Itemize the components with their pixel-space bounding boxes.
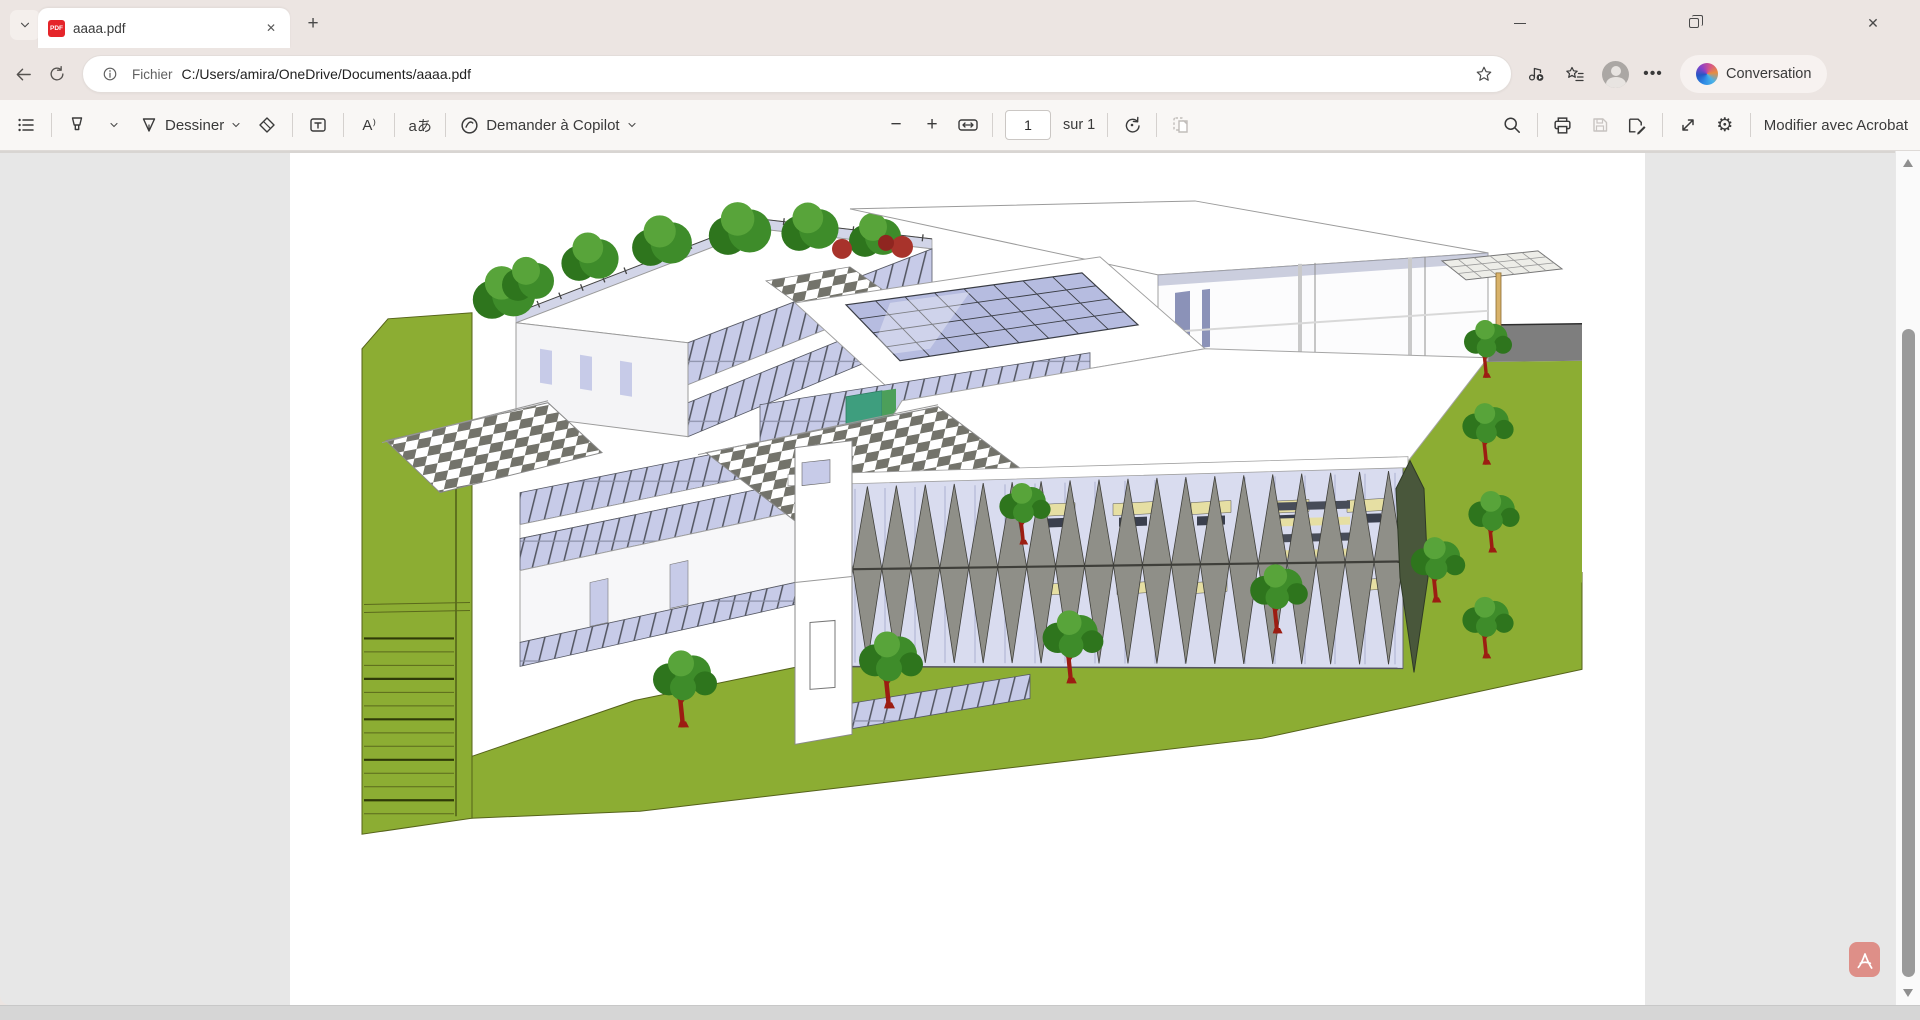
copilot-icon	[1696, 63, 1718, 85]
tab-search-chevron-icon[interactable]	[10, 10, 40, 40]
translate-icon[interactable]: aあ	[408, 109, 432, 141]
pdf-favicon: PDF	[48, 20, 65, 37]
tab-strip: PDF aaaa.pdf ✕ + ✕	[0, 0, 1920, 48]
vertical-scrollbar[interactable]	[1895, 151, 1920, 1005]
page-count-label: sur 1	[1063, 117, 1095, 133]
restore-icon	[1689, 18, 1699, 28]
save-icon	[1588, 109, 1612, 141]
scroll-up-icon[interactable]	[1903, 159, 1913, 167]
close-tab-icon[interactable]: ✕	[262, 19, 280, 37]
search-icon[interactable]	[1500, 109, 1524, 141]
new-tab-button[interactable]: +	[300, 11, 326, 37]
divider	[51, 113, 52, 137]
collections-icon[interactable]	[1560, 59, 1590, 89]
divider	[992, 113, 993, 137]
highlighter-chevron-icon[interactable]	[102, 109, 126, 141]
divider	[292, 113, 293, 137]
ask-copilot-button[interactable]: Demander à Copilot	[459, 109, 637, 141]
read-aloud-icon[interactable]: A⁾	[357, 109, 381, 141]
divider	[1750, 113, 1751, 137]
copilot-outline-icon	[459, 115, 480, 136]
acrobat-logo-icon	[1855, 949, 1875, 971]
more-menu-icon[interactable]: •••	[1638, 59, 1668, 89]
draw-label: Dessiner	[165, 117, 224, 134]
table-of-contents-icon[interactable]	[14, 109, 38, 141]
ask-copilot-chevron-icon	[626, 119, 638, 131]
url-text: C:/Users/amira/OneDrive/Documents/aaaa.p…	[182, 66, 1462, 82]
scrollbar-thumb[interactable]	[1902, 329, 1915, 977]
address-bar-row: Fichier C:/Users/amira/OneDrive/Document…	[0, 48, 1920, 100]
expand-icon[interactable]	[1676, 109, 1700, 141]
restore-button[interactable]	[1669, 0, 1719, 46]
address-bar[interactable]: Fichier C:/Users/amira/OneDrive/Document…	[82, 55, 1512, 93]
zoom-out-icon[interactable]: −	[884, 109, 908, 141]
divider	[1662, 113, 1663, 137]
architectural-rendering	[290, 153, 1645, 1005]
divider	[343, 113, 344, 137]
page-view-icon	[1169, 109, 1193, 141]
favorite-star-icon[interactable]	[1471, 61, 1497, 87]
divider	[394, 113, 395, 137]
divider	[1156, 113, 1157, 137]
highlighter-icon[interactable]	[65, 109, 89, 141]
copilot-label: Conversation	[1726, 66, 1811, 82]
pdf-page	[290, 153, 1645, 1005]
page-number-input[interactable]	[1005, 110, 1051, 140]
add-text-icon[interactable]	[306, 109, 330, 141]
acrobat-floating-button[interactable]	[1849, 942, 1880, 977]
profile-avatar[interactable]	[1602, 61, 1629, 88]
refresh-button[interactable]	[40, 57, 74, 91]
media-controls-icon[interactable]	[1521, 59, 1551, 89]
minimize-icon	[1514, 23, 1526, 24]
draw-chevron-icon	[230, 119, 242, 131]
close-window-button[interactable]: ✕	[1848, 0, 1898, 46]
copilot-conversation-button[interactable]: Conversation	[1680, 55, 1827, 93]
settings-gear-icon[interactable]: ⚙	[1713, 109, 1737, 141]
edit-with-acrobat-label: Modifier avec Acrobat	[1764, 117, 1908, 134]
pdf-toolbar: Dessiner A⁾ aあ Demander à Copilot − +	[0, 100, 1920, 151]
save-as-icon[interactable]	[1625, 109, 1649, 141]
divider	[1537, 113, 1538, 137]
horizontal-scrollbar[interactable]	[0, 1005, 1920, 1020]
print-icon[interactable]	[1551, 109, 1575, 141]
edit-with-acrobat-button[interactable]: Modifier avec Acrobat	[1764, 109, 1908, 141]
minimize-button[interactable]	[1495, 0, 1545, 46]
ask-copilot-label: Demander à Copilot	[486, 117, 619, 134]
active-tab[interactable]: PDF aaaa.pdf ✕	[38, 8, 290, 48]
info-icon[interactable]	[97, 61, 123, 87]
divider	[1107, 113, 1108, 137]
zoom-in-icon[interactable]: +	[920, 109, 944, 141]
fit-to-width-icon[interactable]	[956, 109, 980, 141]
protocol-label: Fichier	[132, 67, 173, 82]
pdf-viewer	[0, 151, 1920, 1005]
draw-pen-button[interactable]: Dessiner	[139, 109, 242, 141]
rotate-icon[interactable]	[1120, 109, 1144, 141]
eraser-icon[interactable]	[255, 109, 279, 141]
divider	[445, 113, 446, 137]
scroll-down-icon[interactable]	[1903, 989, 1913, 997]
tab-title: aaaa.pdf	[73, 21, 254, 36]
back-button[interactable]	[6, 57, 40, 91]
